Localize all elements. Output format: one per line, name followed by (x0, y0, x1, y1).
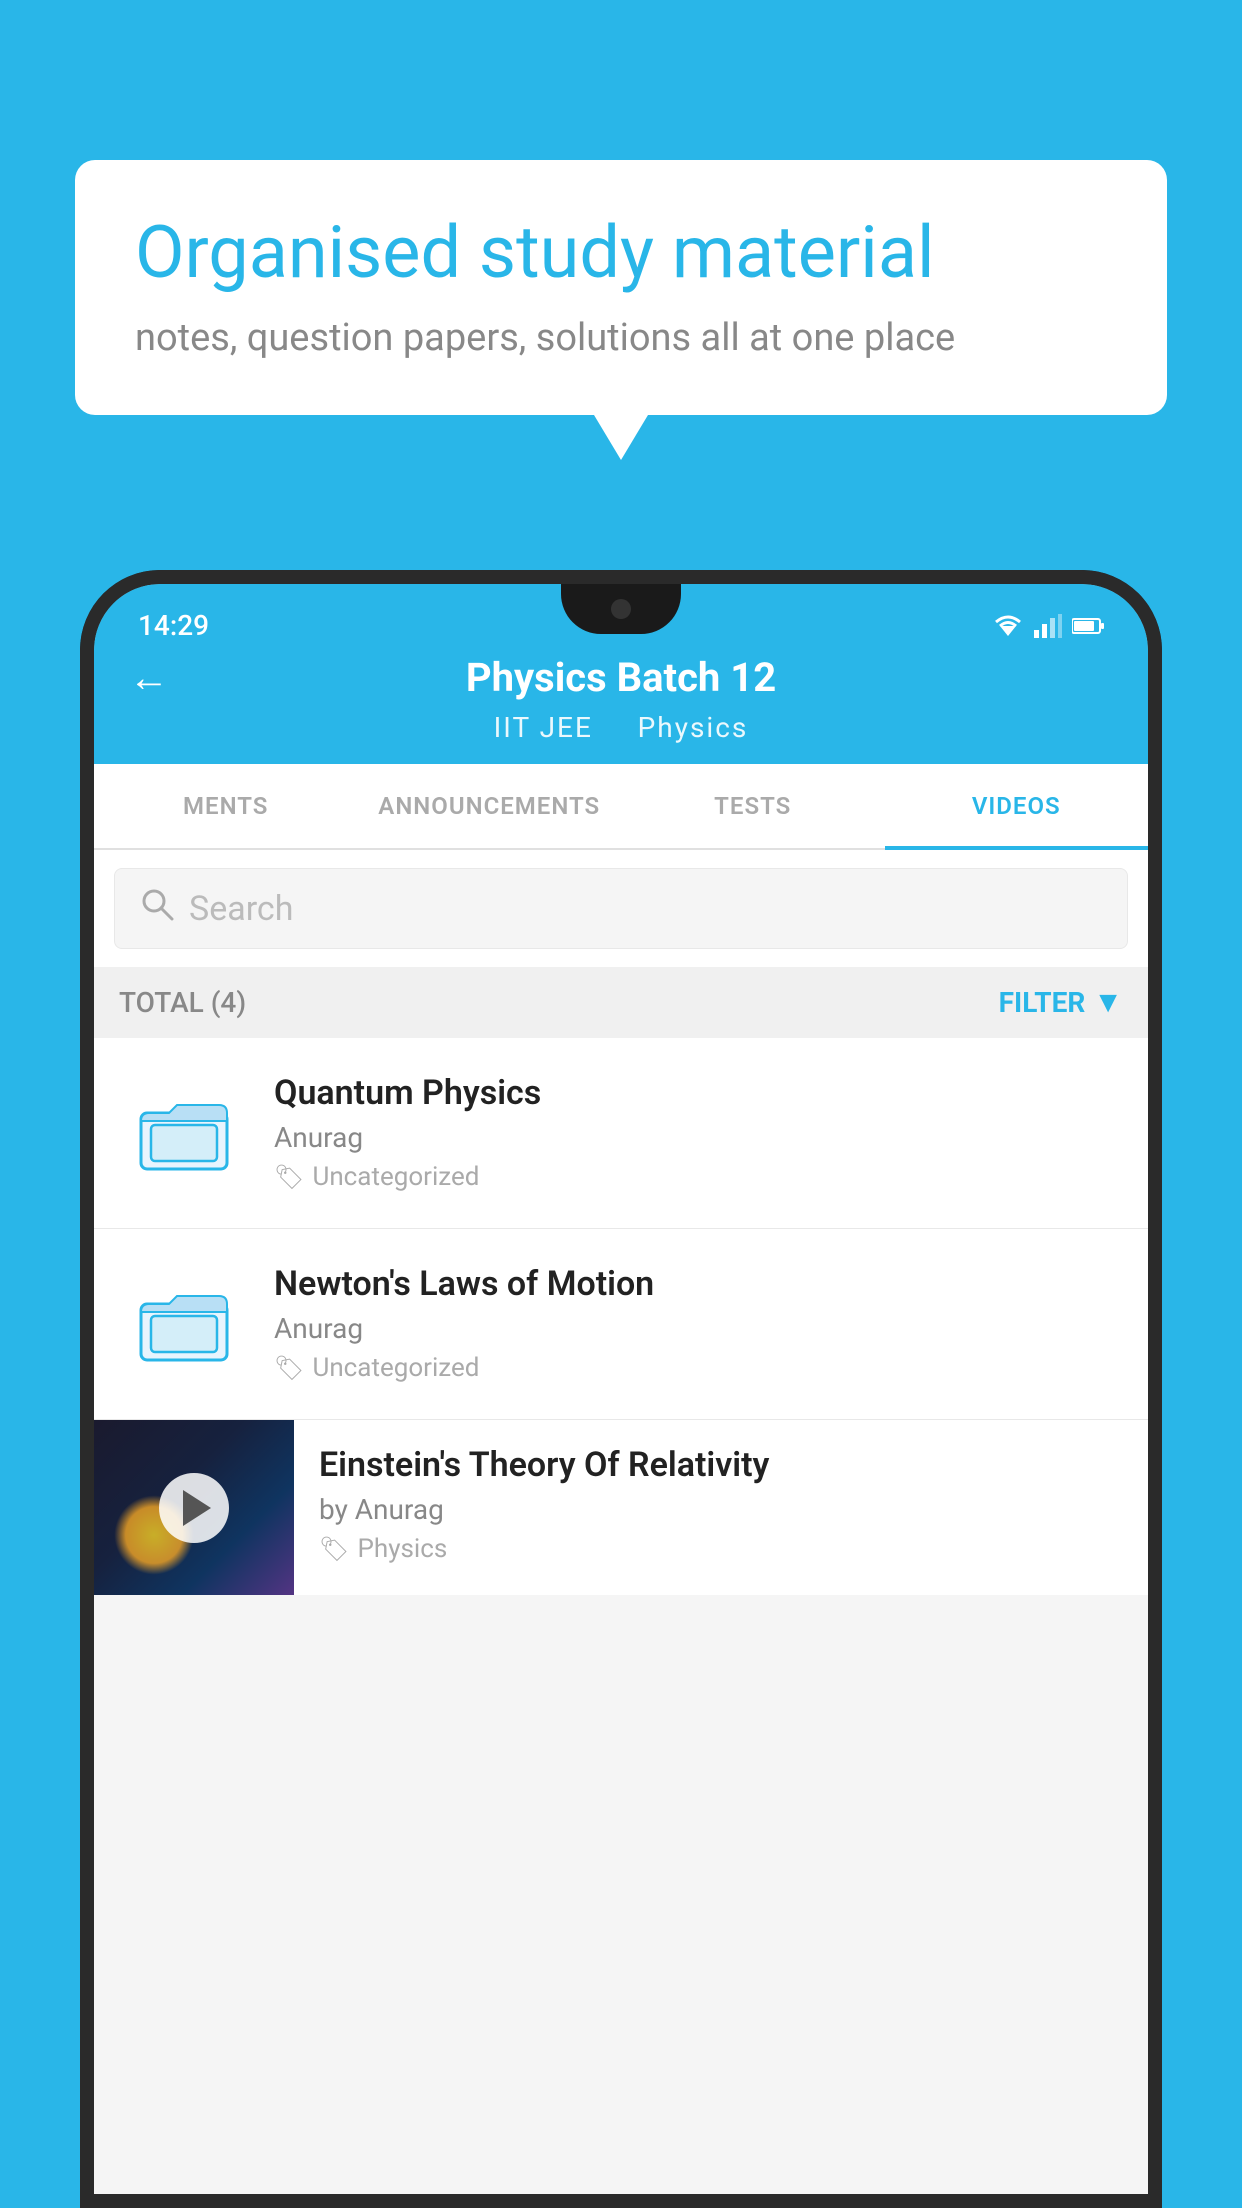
search-bar[interactable]: Search (114, 868, 1128, 949)
tag-label-3: Physics (357, 1534, 447, 1564)
tab-ments[interactable]: MENTS (94, 764, 358, 848)
tab-announcements[interactable]: ANNOUNCEMENTS (358, 764, 622, 848)
video-list: Quantum Physics Anurag 🏷 Uncategorized (94, 1038, 1148, 1595)
tag-icon-3: 🏷 (319, 1535, 349, 1563)
video-info: Quantum Physics Anurag 🏷 Uncategorized (274, 1073, 1123, 1192)
search-placeholder: Search (189, 889, 293, 929)
filter-icon: ▼ (1093, 985, 1123, 1020)
tab-videos[interactable]: VIDEOS (885, 764, 1149, 848)
notch (561, 584, 681, 634)
tab-tests[interactable]: TESTS (621, 764, 885, 848)
folder-icon-wrap (119, 1073, 249, 1193)
phone-frame: 14:29 (80, 570, 1162, 2208)
video-info-2: Newton's Laws of Motion Anurag 🏷 Uncateg… (274, 1264, 1123, 1383)
video-tag-3: 🏷 Physics (319, 1534, 1123, 1564)
speech-bubble: Organised study material notes, question… (75, 160, 1167, 415)
tag-label: Uncategorized (312, 1162, 479, 1192)
filter-button[interactable]: FILTER ▼ (999, 985, 1123, 1020)
video-thumbnail (94, 1420, 294, 1595)
video-author-2: Anurag (274, 1312, 1123, 1345)
video-author-3: by Anurag (319, 1493, 1123, 1526)
search-container: Search (94, 850, 1148, 967)
header-subtitle-left: IIT JEE (494, 711, 593, 744)
app-content: 14:29 (94, 584, 1148, 2208)
status-icons (992, 614, 1104, 638)
video-author: Anurag (274, 1121, 1123, 1154)
total-label: TOTAL (4) (119, 986, 246, 1019)
front-camera (611, 599, 631, 619)
header-title: Physics Batch 12 (174, 654, 1068, 701)
power-button (1148, 870, 1162, 930)
tag-icon-2: 🏷 (274, 1354, 304, 1382)
wifi-icon (992, 614, 1024, 638)
folder-icon (139, 1088, 229, 1178)
list-item[interactable]: Newton's Laws of Motion Anurag 🏷 Uncateg… (94, 1229, 1148, 1420)
video-tag: 🏷 Uncategorized (274, 1162, 1123, 1192)
list-item[interactable]: Einstein's Theory Of Relativity by Anura… (94, 1420, 1148, 1595)
video-title-3: Einstein's Theory Of Relativity (319, 1445, 1123, 1485)
battery-icon (1072, 617, 1104, 635)
video-info-3: Einstein's Theory Of Relativity by Anura… (319, 1420, 1148, 1589)
tag-label-2: Uncategorized (312, 1353, 479, 1383)
video-title-2: Newton's Laws of Motion (274, 1264, 1123, 1304)
folder-icon-wrap-2 (119, 1264, 249, 1384)
bubble-subtitle: notes, question papers, solutions all at… (135, 316, 1107, 360)
tabs-bar: MENTS ANNOUNCEMENTS TESTS VIDEOS (94, 764, 1148, 850)
list-item[interactable]: Quantum Physics Anurag 🏷 Uncategorized (94, 1038, 1148, 1229)
speech-bubble-container: Organised study material notes, question… (75, 160, 1167, 415)
signal-icon (1034, 614, 1062, 638)
header-subtitle: IIT JEE Physics (494, 711, 749, 744)
filter-bar: TOTAL (4) FILTER ▼ (94, 967, 1148, 1038)
filter-label: FILTER (999, 986, 1086, 1019)
video-title: Quantum Physics (274, 1073, 1123, 1113)
status-time: 14:29 (138, 609, 209, 642)
bubble-title: Organised study material (135, 210, 1107, 296)
search-icon (140, 887, 174, 930)
folder-icon-2 (139, 1279, 229, 1369)
video-tag-2: 🏷 Uncategorized (274, 1353, 1123, 1383)
tag-icon: 🏷 (274, 1163, 304, 1191)
volume-button (80, 920, 94, 1000)
header-top-row: ← Physics Batch 12 (94, 649, 1148, 706)
header-subtitle-right: Physics (638, 711, 749, 744)
volume-button-right (1148, 970, 1162, 1070)
play-button[interactable] (159, 1473, 229, 1543)
play-triangle (183, 1490, 211, 1526)
back-button[interactable]: ← (124, 649, 174, 706)
